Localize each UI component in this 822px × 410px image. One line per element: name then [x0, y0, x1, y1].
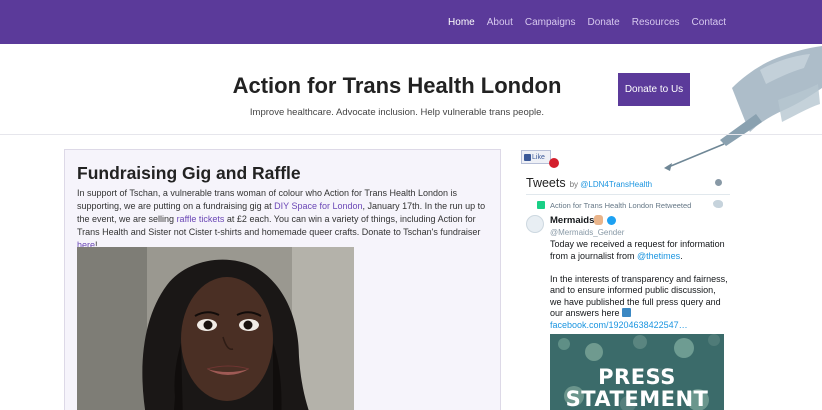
nav-donate[interactable]: Donate [587, 17, 619, 28]
twitter-timeline-header: Tweets by @LDN4TransHealth [526, 174, 652, 192]
info-icon[interactable] [715, 179, 722, 186]
tweet-author-name[interactable]: Mermaids [550, 215, 594, 226]
twitter-bird-icon[interactable] [713, 200, 723, 208]
facebook-link[interactable]: facebook.com/19204638422547… [550, 320, 688, 330]
nav-about[interactable]: About [487, 17, 513, 28]
retweet-note: Action for Trans Health London Retweeted [550, 201, 692, 210]
post-title: Fundraising Gig and Raffle [77, 163, 301, 183]
post-body: In support of Tschan, a vulnerable trans… [77, 187, 491, 252]
tweet-text-part: In the interests of transparency and fai… [550, 273, 728, 319]
tweets-by: by @LDN4TransHealth [570, 180, 653, 189]
twitter-handle-link[interactable]: @LDN4TransHealth [580, 180, 652, 189]
heart-icon [549, 158, 559, 168]
portrait-image [77, 247, 354, 410]
header-divider [0, 134, 822, 135]
tweet-media-image[interactable]: PRESS STATEMENT [550, 334, 724, 410]
nav-home[interactable]: Home [448, 17, 475, 28]
nav-campaigns[interactable]: Campaigns [525, 17, 576, 28]
thetimes-link[interactable]: @thetimes [637, 251, 680, 261]
main-nav: Home About Campaigns Donate Resources Co… [448, 0, 726, 44]
raffle-tickets-link[interactable]: raffle tickets [177, 214, 225, 224]
post-photo [77, 247, 354, 410]
tweet-text: Today we received a request for informat… [550, 239, 728, 331]
tweets-by-label: by [569, 180, 581, 189]
diy-space-link[interactable]: DIY Space for London [274, 201, 362, 211]
top-navbar: Home About Campaigns Donate Resources Co… [0, 0, 822, 44]
avatar[interactable] [526, 215, 544, 233]
arrow-right-icon [622, 308, 632, 317]
tweets-title: Tweets [526, 176, 566, 190]
verified-badge-icon [607, 216, 616, 225]
syringe-brush-illustration [664, 46, 822, 171]
nav-resources[interactable]: Resources [632, 17, 680, 28]
thumbs-up-icon [524, 153, 531, 161]
like-label: Like [532, 153, 545, 161]
tweet-author-handle[interactable]: @Mermaids_Gender [550, 228, 624, 237]
person-emoji-icon [594, 215, 603, 225]
tweet-text-part: . [680, 250, 683, 261]
tweets-divider [526, 194, 730, 195]
press-statement-text: PRESS STATEMENT [550, 366, 724, 410]
facebook-like-button[interactable]: Like [521, 150, 551, 164]
retweet-icon [537, 201, 545, 209]
media-text: PRESS STATEMENT [565, 365, 709, 410]
nav-contact[interactable]: Contact [692, 17, 726, 28]
blog-post: Fundraising Gig and Raffle In support of… [64, 149, 501, 410]
